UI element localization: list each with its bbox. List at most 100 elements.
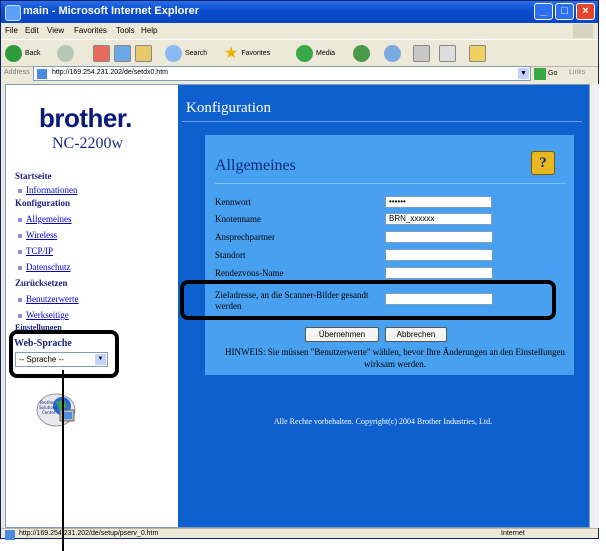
edit-icon xyxy=(439,44,456,62)
star-icon: ★ xyxy=(224,45,239,62)
brother-logo: brother. xyxy=(39,103,132,133)
nav-werksseitige-label: Werkseitige xyxy=(26,310,69,320)
favorites-label: Favorites xyxy=(241,49,271,57)
maximize-button[interactable]: □ xyxy=(555,3,574,20)
back-button[interactable]: Back xyxy=(5,43,41,63)
status-text: http://169.254.231.202/de/setup/pserv_0.… xyxy=(19,530,159,537)
refresh-icon xyxy=(114,44,131,62)
windows-flag-icon xyxy=(573,24,593,38)
favorites-button[interactable]: ★ Favorites xyxy=(224,43,270,63)
close-button[interactable]: × xyxy=(576,3,595,20)
search-button[interactable]: Search xyxy=(165,43,207,63)
forward-arrow-icon xyxy=(57,44,74,62)
nav-allgemeines[interactable]: Allgemeines xyxy=(18,214,72,224)
stop-button[interactable] xyxy=(93,43,110,63)
stop-icon xyxy=(93,44,110,62)
allgemeines-panel: Allgemeines ? Kennwort •••••• Knotenname… xyxy=(205,135,574,375)
address-url: http://169.254.231.202/de/setdx0.htm xyxy=(52,69,168,76)
copyright-text: Alle Rechte vorbehalten. Copyright(c) 20… xyxy=(273,417,493,426)
nav-informationen[interactable]: Informationen xyxy=(18,185,77,195)
ie-logo-icon xyxy=(5,5,21,21)
refresh-button[interactable] xyxy=(114,43,131,63)
abbrechen-button[interactable]: Abbrechen xyxy=(385,327,447,342)
vertical-scrollbar[interactable] xyxy=(590,84,599,528)
page-title: Konfiguration xyxy=(186,100,271,116)
menu-favorites[interactable]: Favorites xyxy=(74,26,107,35)
status-bar: http://169.254.231.202/de/setup/pserv_0.… xyxy=(1,528,598,541)
menu-help[interactable]: Help xyxy=(141,26,157,35)
ansprechpartner-field[interactable] xyxy=(385,231,493,243)
address-dropdown-icon[interactable]: ▼ xyxy=(518,68,529,79)
nav-startseite[interactable]: Startseite xyxy=(15,171,51,181)
nav-benutzerwerte-label: Benutzerwerte xyxy=(26,294,79,304)
print-button[interactable] xyxy=(413,43,430,63)
standort-field[interactable] xyxy=(385,249,493,261)
go-arrow-icon xyxy=(534,67,546,80)
nav-tcpip-label: TCP/IP xyxy=(26,246,54,256)
window-title: main - Microsoft Internet Explorer xyxy=(23,5,200,17)
ansprechpartner-label: Ansprechpartner xyxy=(215,232,275,242)
menu-bar: File Edit View Favorites Tools Help xyxy=(1,23,598,39)
media-icon xyxy=(296,44,313,62)
address-bar: Address http://169.254.231.202/de/setdx0… xyxy=(1,65,598,83)
edit-button[interactable] xyxy=(439,43,456,63)
back-label: Back xyxy=(25,49,41,57)
forward-button[interactable] xyxy=(57,43,74,63)
search-icon xyxy=(165,44,182,62)
go-label: Go xyxy=(548,70,558,77)
kennwort-label: Kennwort xyxy=(215,197,251,207)
callout-pointer-line xyxy=(62,370,64,551)
links-button[interactable]: Links xyxy=(569,69,585,76)
menu-edit[interactable]: Edit xyxy=(25,26,39,35)
menu-view[interactable]: View xyxy=(47,26,64,35)
browser-window: main - Microsoft Internet Explorer _ □ ×… xyxy=(0,0,599,541)
menu-tools[interactable]: Tools xyxy=(116,26,135,35)
nav-informationen-label: Informationen xyxy=(26,185,78,195)
nav-datenschutz-label: Datenschutz xyxy=(26,262,71,272)
hint-text: HINWEIS: Sie müssen "Benutzerwerte" wähl… xyxy=(225,347,565,369)
history-icon xyxy=(353,44,370,62)
sidebar: brother. NC-2200w Startseite Information… xyxy=(6,85,179,527)
home-button[interactable] xyxy=(135,43,152,63)
toolbar: Back Search ★ Favorites Media xyxy=(1,39,598,67)
nav-zuruecksetzen[interactable]: Zurücksetzen xyxy=(15,278,68,288)
nav-benutzerwerte[interactable]: Benutzerwerte xyxy=(18,294,78,304)
folder-icon xyxy=(469,44,486,62)
internet-zone: Internet xyxy=(501,530,525,537)
address-label: Address xyxy=(4,69,30,76)
nav-allgemeines-label: Allgemeines xyxy=(26,214,72,224)
home-icon xyxy=(135,44,152,62)
knotenname-label: Knotenname xyxy=(215,214,261,224)
nav-wireless-label: Wireless xyxy=(26,230,58,240)
nav-datenschutz[interactable]: Datenschutz xyxy=(18,262,70,272)
standort-label: Standort xyxy=(215,250,246,260)
nav-tcpip[interactable]: TCP/IP xyxy=(18,246,53,256)
title-divider xyxy=(182,121,582,122)
media-button[interactable]: Media xyxy=(296,43,335,63)
mail-button[interactable] xyxy=(384,43,401,63)
history-button[interactable] xyxy=(353,43,370,63)
panel-divider xyxy=(215,183,565,184)
help-icon[interactable]: ? xyxy=(531,151,555,175)
panel-title: Allgemeines xyxy=(215,157,296,174)
folder-button[interactable] xyxy=(469,43,486,63)
address-input[interactable]: http://169.254.231.202/de/setdx0.htm ▼ xyxy=(33,66,531,81)
rendezvous-field[interactable] xyxy=(385,267,493,279)
page-icon xyxy=(37,69,47,79)
title-bar: main - Microsoft Internet Explorer _ □ × xyxy=(1,1,598,23)
nav-wireless[interactable]: Wireless xyxy=(18,230,57,240)
kennwort-field[interactable]: •••••• xyxy=(385,196,492,208)
minimize-button[interactable]: _ xyxy=(534,3,553,20)
mail-icon xyxy=(384,44,401,62)
svg-text:Center: Center xyxy=(42,410,56,415)
brother-solutions-center-icon[interactable]: Brother Solutions Center xyxy=(34,390,82,428)
knotenname-field[interactable]: BRN_xxxxxx xyxy=(385,213,492,225)
menu-file[interactable]: File xyxy=(5,26,18,35)
nav-konfiguration[interactable]: Konfiguration xyxy=(15,198,70,208)
page-done-icon xyxy=(5,530,15,540)
uebernehmen-button[interactable]: Übernehmen xyxy=(305,327,379,342)
print-icon xyxy=(413,44,430,62)
go-button[interactable]: Go xyxy=(534,66,562,81)
web-sprache-highlight xyxy=(9,330,119,378)
nav-werksseitige[interactable]: Werkseitige xyxy=(18,310,69,320)
